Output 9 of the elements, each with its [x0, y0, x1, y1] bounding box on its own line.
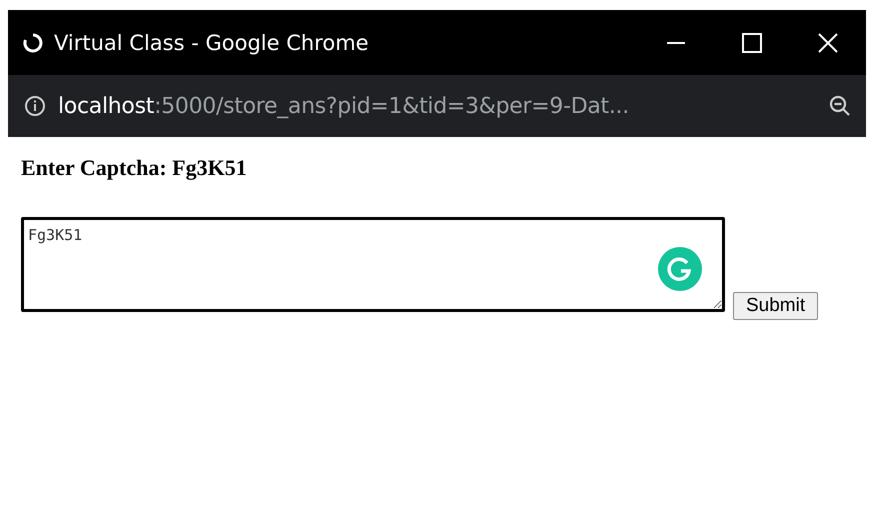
answer-field[interactable]: Fg3K51: [21, 217, 725, 312]
info-icon[interactable]: [24, 95, 46, 117]
window-title: Virtual Class - Google Chrome: [54, 30, 370, 54]
close-icon: [817, 32, 839, 54]
submit-button[interactable]: Submit: [733, 292, 818, 320]
maximize-icon: [741, 32, 763, 54]
minimize-icon: [667, 42, 685, 44]
zoom-out-icon[interactable]: [828, 94, 852, 118]
captcha-heading: Enter Captcha: Fg3K51: [21, 155, 248, 181]
